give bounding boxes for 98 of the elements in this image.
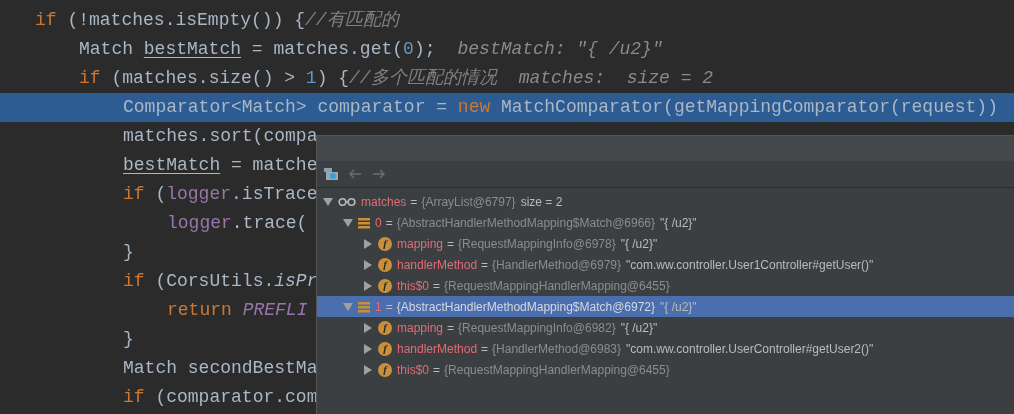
method-name: isPr — [274, 271, 318, 291]
code-text: MatchComparator(getMappingComparator(request)) — [500, 97, 998, 117]
field-name: logger — [167, 213, 232, 233]
collapse-arrow-icon[interactable] — [323, 196, 333, 207]
expand-arrow-icon[interactable] — [363, 238, 373, 249]
variable-name: matches — [361, 193, 407, 211]
list-icon — [358, 216, 370, 229]
code-text: } — [123, 242, 134, 262]
variable-name: handlerMethod — [397, 340, 478, 358]
keyword: if — [35, 10, 57, 30]
code-text: Comparator<Match> comparator = — [123, 97, 449, 117]
code-text: matches.sort(compa — [123, 126, 318, 146]
expand-arrow-icon[interactable] — [363, 364, 373, 375]
equals-sign: = — [481, 256, 489, 274]
equals-sign: = — [433, 277, 441, 295]
variable-value: "{ /u2}" — [620, 235, 658, 253]
equals-sign: = — [447, 319, 455, 337]
object-type: {HandlerMethod@6983} — [492, 340, 622, 358]
variable-name: this$0 — [397, 277, 430, 295]
keyword: if — [79, 68, 101, 88]
tree-row[interactable]: f handlerMethod = {HandlerMethod@6983} "com.ww.controller.UserController#getUser2()" — [317, 338, 1014, 359]
code-text: = matche — [230, 155, 318, 175]
code-text: (matches.size() > — [110, 68, 297, 88]
variable-value: size = 2 — [520, 193, 563, 211]
equals-sign: = — [410, 193, 418, 211]
code-text: (!matches.isEmpty()) { — [66, 10, 306, 30]
expand-arrow-icon[interactable] — [363, 343, 373, 354]
frames-icon[interactable] — [323, 166, 339, 182]
keyword: return — [167, 300, 233, 320]
variable-name: handlerMethod — [397, 256, 478, 274]
object-type: {RequestMappingInfo@6978} — [458, 235, 616, 253]
tree-row[interactable]: f mapping = {RequestMappingInfo@6978} "{ /u2}" — [317, 233, 1014, 254]
equals-sign: = — [447, 235, 455, 253]
object-type: {ArrayList@6797} — [421, 193, 516, 211]
field-name: logger — [166, 184, 232, 204]
collapse-arrow-icon[interactable] — [343, 217, 353, 228]
tree-row[interactable]: f this$0 = {RequestMappingHandlerMapping@6455} — [317, 275, 1014, 296]
variable-value: "com.ww.controller.User1Controller#getUser()" — [626, 256, 874, 274]
code-text: Match secondBestMa — [123, 358, 318, 378]
code-text: } — [123, 329, 134, 349]
field-icon: f — [378, 236, 392, 251]
tree-row[interactable]: 0 = {AbstractHandlerMethodMapping$Match@6966} "{ /u2}" — [317, 212, 1014, 233]
variable-value: "{ /u2}" — [660, 298, 697, 316]
object-type: {HandlerMethod@6979} — [492, 256, 622, 274]
object-type: {AbstractHandlerMethodMapping$Match@6966} — [396, 214, 656, 232]
object-type: {RequestMappingHandlerMapping@6455} — [444, 361, 670, 379]
code-text: = matches.get( — [250, 39, 404, 59]
variable-name: 1 — [375, 298, 382, 316]
variable-name: mapping — [397, 235, 444, 253]
tree-row[interactable]: f this$0 = {RequestMappingHandlerMapping@6455} — [317, 359, 1014, 380]
object-type: {AbstractHandlerMethodMapping$Match@6972} — [396, 298, 656, 316]
expand-arrow-icon[interactable] — [363, 280, 373, 291]
field-icon: f — [378, 257, 392, 272]
tree-row[interactable]: f mapping = {RequestMappingInfo@6982} "{ /u2}" — [317, 317, 1014, 338]
variable-name: bestMatch — [123, 155, 221, 175]
field-icon: f — [378, 362, 392, 377]
code-text: ( — [154, 184, 167, 204]
variable-value: "com.ww.controller.UserController#getUser2()" — [626, 340, 874, 358]
keyword: if — [123, 271, 145, 291]
variable-name: mapping — [397, 319, 444, 337]
variable-name: 0 — [375, 214, 382, 232]
keyword: new — [457, 97, 491, 117]
keyword: if — [123, 387, 145, 407]
variable-value: "{ /u2}" — [660, 214, 697, 232]
code-text: Match — [79, 39, 134, 59]
field-icon: f — [378, 320, 392, 335]
expand-arrow-icon[interactable] — [363, 259, 373, 270]
code-text: (CorsUtils. — [154, 271, 275, 291]
inline-value-hint: matches: size = 2 — [518, 68, 714, 88]
code-text: ) { — [316, 68, 350, 88]
tree-row[interactable]: matches = {ArrayList@6797} size = 2 — [317, 191, 1014, 212]
inline-value-hint: bestMatch: "{ /u2}" — [457, 39, 663, 59]
object-type: {RequestMappingHandlerMapping@6455} — [444, 277, 670, 295]
variable-name: this$0 — [397, 361, 430, 379]
code-comment: //有匹配的 — [305, 10, 399, 30]
code-text: ); — [413, 39, 436, 59]
code-comment: //多个匹配的情况 — [349, 68, 497, 88]
tree-row[interactable]: f handlerMethod = {HandlerMethod@6979} "com.ww.controller.User1Controller#getUser()" — [317, 254, 1014, 275]
variable-name: bestMatch — [143, 39, 242, 59]
constant-name: PREFLI — [242, 300, 308, 320]
tree-row-selected[interactable]: 1 = {AbstractHandlerMethodMapping$Match@6972} "{ /u2}" — [317, 296, 1014, 317]
equals-sign: = — [433, 361, 441, 379]
equals-sign: = — [385, 298, 393, 316]
keyword: if — [123, 184, 145, 204]
field-icon: f — [378, 341, 392, 356]
code-text: .trace( — [231, 213, 308, 233]
variable-value: "{ /u2}" — [620, 319, 658, 337]
code-text: (comparator.com — [154, 387, 318, 407]
number-literal: 0 — [403, 39, 414, 59]
equals-sign: = — [385, 214, 393, 232]
glasses-icon — [338, 196, 356, 207]
expand-arrow-icon[interactable] — [363, 322, 373, 333]
list-icon — [358, 300, 370, 313]
equals-sign: = — [481, 340, 489, 358]
object-type: {RequestMappingInfo@6982} — [458, 319, 616, 337]
field-icon: f — [378, 278, 392, 293]
code-text: .isTrace — [231, 184, 318, 204]
number-literal: 1 — [305, 68, 317, 88]
